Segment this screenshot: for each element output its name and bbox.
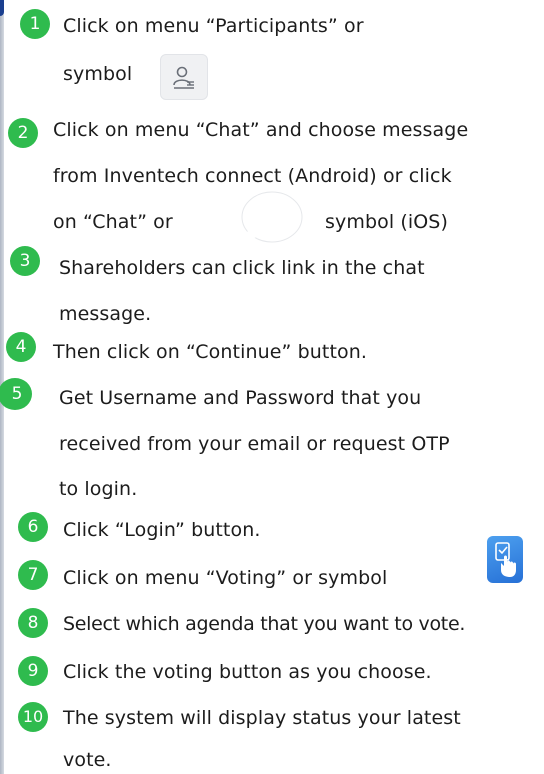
- participants-icon: [160, 54, 208, 100]
- step-text: message.: [59, 303, 152, 325]
- step-number-badge: 7: [18, 560, 48, 590]
- step-number-badge: 8: [18, 608, 48, 638]
- step-text: Shareholders can click link in the chat: [59, 257, 425, 279]
- step-text: received from your email or request OTP: [59, 433, 450, 455]
- step-text: on “Chat” or: [53, 211, 173, 233]
- step-text: Click on menu “Chat” and choose message: [53, 119, 469, 141]
- step-number-badge: 5: [0, 378, 32, 410]
- step-number-badge: 4: [6, 332, 36, 362]
- step-text: from Inventech connect (Android) or clic…: [53, 165, 452, 187]
- chat-bubble-icon: [238, 190, 304, 250]
- step-number-badge: 10: [18, 702, 48, 732]
- step-number-badge: 6: [18, 512, 48, 542]
- step-text: The system will display status your late…: [63, 707, 461, 729]
- step-number-badge: 3: [10, 246, 40, 276]
- step-text: Click the voting button as you choose.: [63, 661, 432, 683]
- step-text: Click on menu “Voting” or symbol: [63, 567, 388, 589]
- voting-icon: [487, 536, 523, 583]
- step-text: vote.: [63, 749, 112, 771]
- step-text: Click “Login” button.: [63, 519, 261, 541]
- step-text: Select which agenda that you want to vot…: [63, 613, 466, 635]
- left-edge-accent: [0, 0, 4, 16]
- step-text: symbol (iOS): [325, 211, 448, 233]
- step-text: to login.: [59, 478, 138, 500]
- step-number-badge: 9: [18, 656, 48, 686]
- step-text: Then click on “Continue” button.: [53, 341, 368, 363]
- step-text: Get Username and Password that you: [59, 387, 422, 409]
- step-number-badge: 2: [8, 118, 38, 148]
- step-text: Click on menu “Participants” or: [63, 15, 364, 37]
- step-number-badge: 1: [20, 9, 50, 39]
- step-text: symbol: [63, 63, 133, 85]
